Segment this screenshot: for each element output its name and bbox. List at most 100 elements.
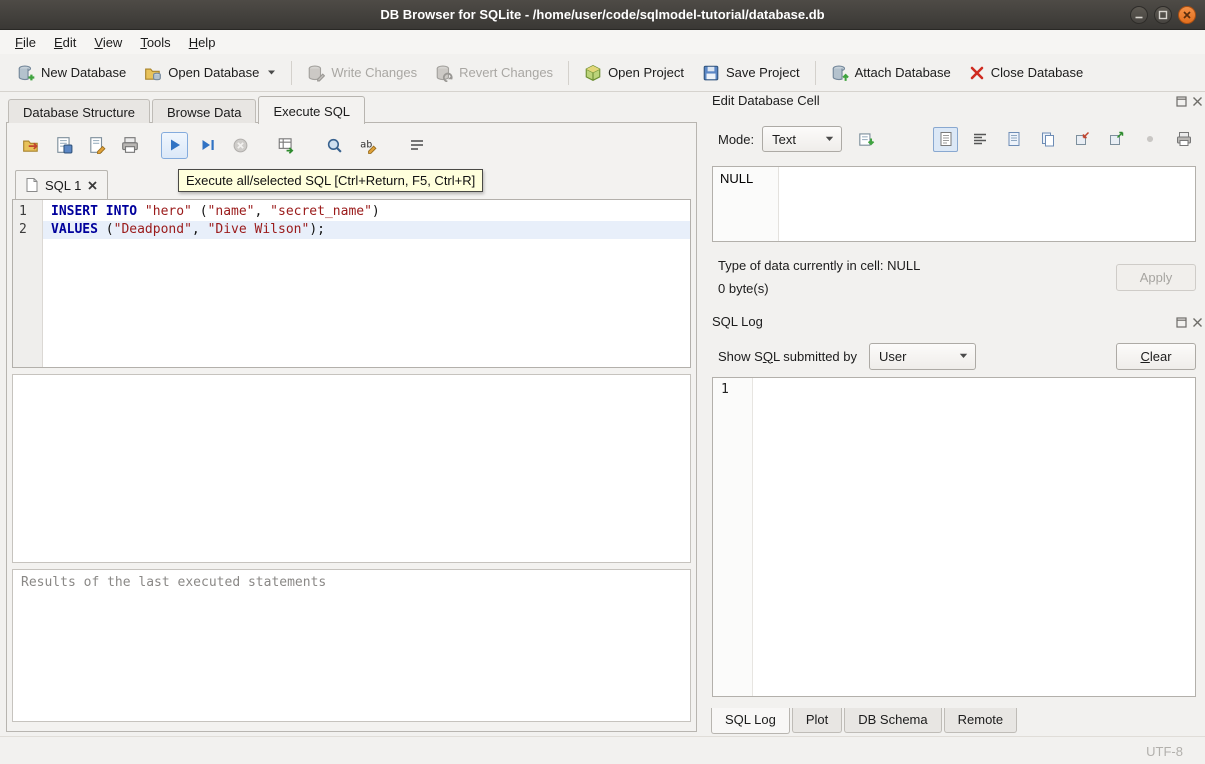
menu-help[interactable]: Help xyxy=(180,32,225,53)
cell-value-text: NULL xyxy=(713,167,779,241)
sql-log-view[interactable]: 1 xyxy=(712,377,1196,697)
chevron-down-icon xyxy=(825,136,834,142)
write-changes-label: Write Changes xyxy=(331,65,417,80)
log-line-number: 1 xyxy=(713,378,753,696)
execute-all-icon[interactable] xyxy=(161,132,188,159)
svg-text:ab: ab xyxy=(360,139,372,150)
tab-execute-sql[interactable]: Execute SQL xyxy=(258,96,365,124)
attach-database-icon xyxy=(831,64,849,82)
new-database-icon xyxy=(17,64,35,82)
save-sql-as-icon[interactable] xyxy=(83,132,110,159)
tab-sql-log[interactable]: SQL Log xyxy=(711,708,790,734)
sql-code-line-current[interactable]: VALUES ("Deadpond", "Dive Wilson"); xyxy=(43,221,690,239)
line-number: 2 xyxy=(13,221,42,239)
cell-edit-area[interactable] xyxy=(779,167,1195,241)
text-mode-icon[interactable] xyxy=(933,127,958,152)
menu-view[interactable]: View xyxy=(85,32,131,53)
mode-combo[interactable]: Text xyxy=(762,126,842,152)
open-project-button[interactable]: Open Project xyxy=(575,59,693,87)
menubar: File Edit View Tools Help xyxy=(0,30,1205,54)
cell-size-info: 0 byte(s) xyxy=(718,281,769,296)
open-sql-file-icon[interactable] xyxy=(17,132,44,159)
close-dock-icon[interactable] xyxy=(1192,96,1203,107)
sql-code-area[interactable]: INSERT INTO "hero" ("name", "secret_name… xyxy=(43,200,690,367)
sql-token: ); xyxy=(309,222,325,237)
new-database-button[interactable]: New Database xyxy=(8,59,135,87)
clear-button[interactable]: Clear xyxy=(1116,343,1196,370)
print-icon[interactable] xyxy=(116,132,143,159)
export-results-icon[interactable] xyxy=(272,132,299,159)
status-bar: UTF-8 xyxy=(0,736,1205,764)
minimize-icon[interactable] xyxy=(1130,6,1148,24)
window-controls xyxy=(1130,6,1196,24)
sql-log-dock-controls xyxy=(1176,317,1203,328)
sql-file-icon xyxy=(26,178,38,192)
write-changes-icon xyxy=(307,64,325,82)
sql-token: "Deadpond" xyxy=(114,222,192,237)
encoding-label: UTF-8 xyxy=(1146,744,1183,759)
sql-token: , xyxy=(192,222,208,237)
sql-token: VALUES xyxy=(51,222,98,237)
toolbar-separator xyxy=(291,61,292,85)
import-cell-icon[interactable] xyxy=(1069,127,1094,152)
new-database-label: New Database xyxy=(41,65,126,80)
tab-browse-data[interactable]: Browse Data xyxy=(152,99,256,123)
results-message-pane[interactable]: Results of the last executed statements xyxy=(12,569,691,722)
sql-token xyxy=(137,204,145,219)
menu-edit[interactable]: Edit xyxy=(45,32,85,53)
tab-db-schema[interactable]: DB Schema xyxy=(844,708,941,733)
results-placeholder: Results of the last executed statements xyxy=(21,575,326,590)
menu-tools[interactable]: Tools xyxy=(131,32,179,53)
sql-code-line[interactable]: INSERT INTO "hero" ("name", "secret_name… xyxy=(43,203,690,221)
word-wrap-icon[interactable] xyxy=(403,132,430,159)
execute-line-icon[interactable] xyxy=(194,132,221,159)
sql-token: "secret_name" xyxy=(270,204,372,219)
close-icon[interactable] xyxy=(1178,6,1196,24)
open-database-button[interactable]: Open Database xyxy=(135,59,285,87)
save-sql-file-icon[interactable] xyxy=(50,132,77,159)
open-project-label: Open Project xyxy=(608,65,684,80)
menu-file[interactable]: File xyxy=(6,32,45,53)
tab-plot[interactable]: Plot xyxy=(792,708,842,733)
tab-database-structure[interactable]: Database Structure xyxy=(8,99,150,123)
tab-remote[interactable]: Remote xyxy=(944,708,1018,733)
close-database-label: Close Database xyxy=(991,65,1084,80)
sql-document-tab[interactable]: SQL 1 xyxy=(15,170,108,199)
open-in-editor-icon[interactable] xyxy=(1001,127,1026,152)
auto-format-icon[interactable]: ab xyxy=(354,132,381,159)
sql-token: ( xyxy=(98,222,114,237)
word-wrap-lines-icon[interactable] xyxy=(967,127,992,152)
results-grid-pane[interactable] xyxy=(12,374,691,563)
attach-database-button[interactable]: Attach Database xyxy=(822,59,960,87)
sql-editor[interactable]: 1 2 INSERT INTO "hero" ("name", "secret_… xyxy=(12,199,691,368)
copy-icon[interactable] xyxy=(1035,127,1060,152)
print-cell-icon[interactable] xyxy=(1171,127,1196,152)
set-null-icon xyxy=(1137,127,1162,152)
submitted-by-value: User xyxy=(879,349,906,364)
dropdown-caret-icon[interactable] xyxy=(267,69,276,76)
float-icon[interactable] xyxy=(1176,317,1187,328)
revert-changes-icon xyxy=(435,64,453,82)
find-replace-icon[interactable] xyxy=(321,132,348,159)
log-content[interactable] xyxy=(753,378,1195,696)
save-project-button[interactable]: Save Project xyxy=(693,59,809,87)
edit-cell-dock-controls xyxy=(1176,96,1203,107)
toolbar-separator xyxy=(568,61,569,85)
edit-cell-icon-cluster xyxy=(933,127,1196,152)
open-project-icon xyxy=(584,64,602,82)
cell-value-editor[interactable]: NULL xyxy=(712,166,1196,242)
apply-button: Apply xyxy=(1116,264,1196,291)
attach-database-label: Attach Database xyxy=(855,65,951,80)
maximize-icon[interactable] xyxy=(1154,6,1172,24)
bottom-tab-bar: SQL Log Plot DB Schema Remote xyxy=(711,708,1019,734)
export-cell-icon[interactable] xyxy=(1103,127,1128,152)
submitted-by-combo[interactable]: User xyxy=(869,343,976,370)
close-dock-icon[interactable] xyxy=(1192,317,1203,328)
close-tab-icon[interactable] xyxy=(88,181,97,190)
float-icon[interactable] xyxy=(1176,96,1187,107)
titlebar[interactable]: DB Browser for SQLite - /home/user/code/… xyxy=(0,0,1205,30)
sql-log-filter-row: Show SQL submitted by User Clear xyxy=(712,342,1196,370)
close-database-button[interactable]: Close Database xyxy=(960,60,1093,86)
main-toolbar: New Database Open Database Write Changes… xyxy=(0,54,1205,92)
import-from-file-icon[interactable] xyxy=(852,126,879,153)
